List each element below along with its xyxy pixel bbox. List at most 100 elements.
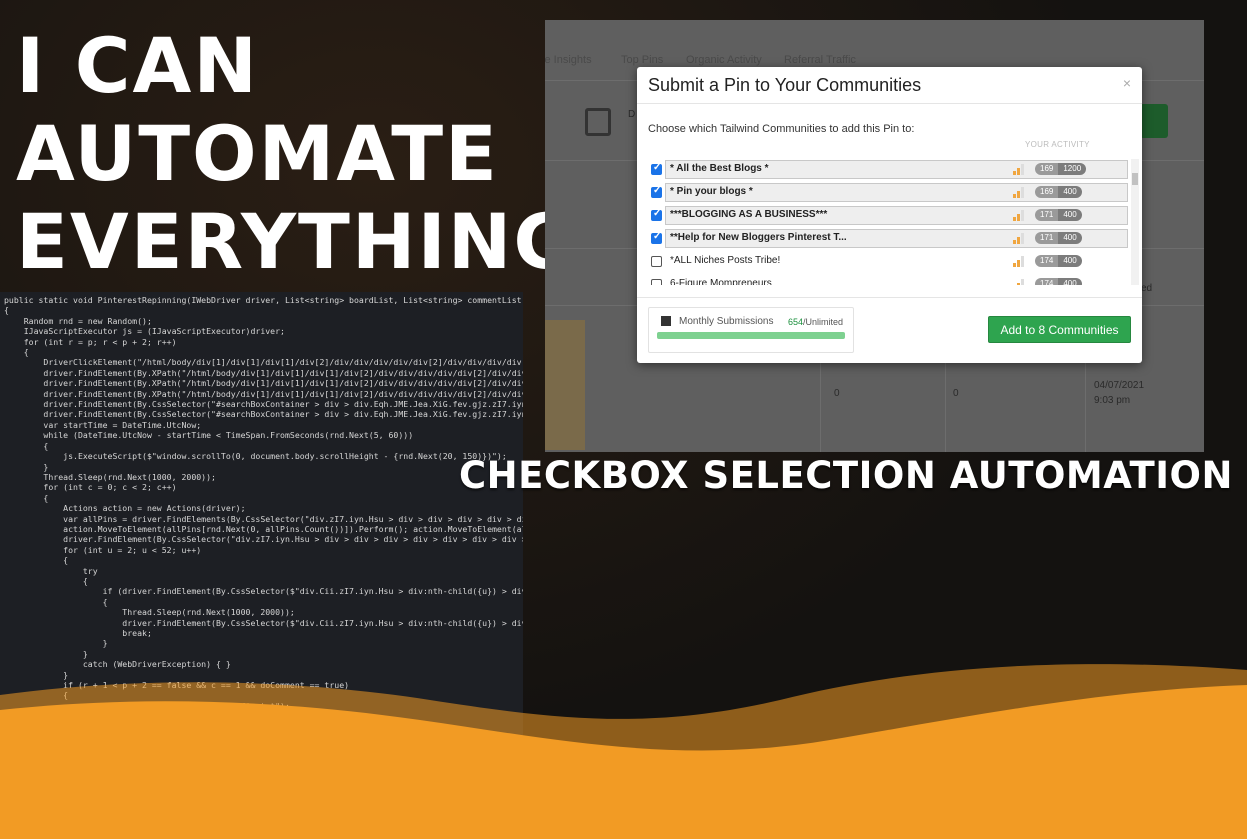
code-line: js.ExecuteScript($"window.scrollTo(0, do… bbox=[4, 451, 507, 462]
activity-count-a: 174 bbox=[1035, 278, 1059, 285]
code-line: driver.FindElement(By.CssSelector("#sear… bbox=[43, 409, 523, 420]
code-line: Actions action = new Actions(driver); bbox=[4, 503, 246, 514]
column-header-fragment: ed bbox=[1141, 283, 1153, 294]
activity-count-pill: 171 400 bbox=[1035, 232, 1082, 244]
community-row[interactable]: * Pin your blogs * 169400 bbox=[647, 182, 1140, 205]
community-checkbox[interactable] bbox=[651, 256, 662, 267]
table-cell-date: 04/07/2021 bbox=[1094, 380, 1145, 391]
table-cell-time: 9:03 pm bbox=[1094, 395, 1131, 406]
caption: CHECKBOX SELECTION AUTOMATION bbox=[459, 454, 1233, 497]
list-scrollbar[interactable] bbox=[1131, 159, 1139, 285]
community-checkbox[interactable] bbox=[651, 231, 662, 244]
community-checkbox[interactable] bbox=[651, 279, 662, 285]
orange-wave bbox=[0, 664, 1247, 839]
code-line: Thread.Sleep(rnd.Next(1000, 2000)); bbox=[4, 471, 216, 482]
tab-organic-activity[interactable]: Organic Activity bbox=[686, 54, 762, 66]
submissions-limit: /Unlimited bbox=[802, 317, 843, 327]
activity-bars-icon bbox=[1013, 233, 1025, 244]
community-name: **Help for New Bloggers Pinterest T... bbox=[670, 232, 847, 243]
submissions-count: 654/Unlimited bbox=[788, 317, 843, 327]
activity-count-a: 169 bbox=[1035, 186, 1059, 198]
community-checkbox[interactable] bbox=[651, 208, 662, 221]
code-line: driver.FindElement(By.XPath("/html/body/… bbox=[4, 388, 523, 399]
code-line: try bbox=[4, 565, 98, 576]
headline: I CAN AUTOMATE EVERYTHING bbox=[16, 22, 578, 286]
activity-count-b: 1200 bbox=[1058, 163, 1087, 175]
activity-bars-icon bbox=[1013, 279, 1025, 285]
community-checkbox[interactable] bbox=[651, 162, 662, 175]
tab-referral-traffic[interactable]: Referral Traffic bbox=[784, 54, 856, 66]
code-line: for (int c = 0; c < 2; c++) bbox=[4, 482, 177, 493]
divider bbox=[637, 103, 1142, 104]
code-line: { bbox=[4, 555, 69, 566]
monthly-submissions-box: Monthly Submissions 654/Unlimited bbox=[648, 307, 854, 353]
community-name: *ALL Niches Posts Tribe! bbox=[670, 255, 781, 266]
code-line: public static void PinterestRepinning(IW… bbox=[4, 295, 523, 305]
pin-thumbnail bbox=[545, 320, 585, 450]
community-row[interactable]: *ALL Niches Posts Tribe! 174 400 bbox=[647, 251, 1140, 274]
activity-column-label: YOUR ACTIVITY bbox=[1025, 140, 1090, 149]
community-name: 6-Figure Mompreneurs bbox=[670, 278, 772, 285]
code-line: { bbox=[4, 492, 49, 503]
headline-line-3: EVERYTHING bbox=[16, 197, 578, 286]
code-line: Random rnd = new Random(); bbox=[4, 315, 152, 326]
activity-count-pill: 169 1200 bbox=[1035, 163, 1087, 175]
community-row[interactable]: ***BLOGGING AS A BUSINESS*** 171400 bbox=[647, 205, 1140, 228]
code-line: IJavaScriptExecutor js = (IJavaScriptExe… bbox=[4, 326, 285, 337]
activity-count-b: 400 bbox=[1058, 186, 1082, 198]
community-row[interactable]: 6-Figure Mompreneurs 174 400 bbox=[647, 274, 1140, 285]
activity-bars-icon bbox=[1013, 187, 1025, 198]
code-line: action.MoveToElement(allPins[rnd.Next(0,… bbox=[63, 523, 523, 534]
activity-count-a: 174 bbox=[1035, 255, 1059, 267]
submissions-used: 654 bbox=[787, 317, 803, 327]
community-name: ***BLOGGING AS A BUSINESS*** bbox=[670, 209, 828, 220]
code-line: driver.FindElement(By.XPath("/html/body/… bbox=[4, 378, 523, 389]
tab-top-pins[interactable]: Top Pins bbox=[621, 54, 663, 66]
community-checkbox[interactable] bbox=[651, 185, 662, 198]
activity-count-pill: 169 400 bbox=[1035, 186, 1082, 198]
activity-count-b: 400 bbox=[1058, 232, 1082, 244]
activity-count-b: 400 bbox=[1058, 209, 1082, 221]
table-cell: 0 bbox=[953, 388, 959, 399]
truncated-label: D bbox=[628, 109, 636, 120]
modal-title: Submit a Pin to Your Communities bbox=[648, 75, 922, 95]
code-line: } bbox=[4, 461, 49, 472]
code-line: { bbox=[4, 440, 49, 451]
headline-line-1: I CAN bbox=[16, 21, 259, 110]
code-line: { bbox=[4, 305, 9, 316]
headline-line-2: AUTOMATE bbox=[16, 109, 499, 198]
submit-pin-modal: Submit a Pin to Your Communities × Choos… bbox=[637, 67, 1142, 363]
activity-count-a: 171 bbox=[1035, 232, 1059, 244]
table-cell: 0 bbox=[834, 388, 840, 399]
activity-count-pill: 174 400 bbox=[1035, 255, 1082, 267]
background-green-button[interactable] bbox=[1140, 104, 1168, 138]
code-line: if (driver.FindElement(By.CssSelector($"… bbox=[102, 586, 523, 597]
code-line: for (int u = 2; u < 52; u++) bbox=[4, 544, 202, 555]
community-name: * Pin your blogs * bbox=[670, 186, 753, 197]
activity-count-pill: 171 400 bbox=[1035, 209, 1082, 221]
modal-subtitle: Choose which Tailwind Communities to add… bbox=[648, 123, 915, 135]
community-row[interactable]: **Help for New Bloggers Pinterest T... 17… bbox=[647, 228, 1140, 251]
code-line: driver.FindElement(By.CssSelector("div.z… bbox=[4, 534, 523, 545]
activity-count-b: 400 bbox=[1058, 278, 1082, 285]
code-line: DriverClickElement("/html/body/div[1]/di… bbox=[43, 357, 523, 368]
submissions-progress-bar bbox=[657, 332, 845, 339]
activity-bars-icon bbox=[1013, 210, 1025, 221]
activity-bars-icon bbox=[1013, 164, 1025, 175]
code-line: var startTime = DateTime.UtcNow; bbox=[4, 419, 202, 430]
community-row[interactable]: * All the Best Blogs * 1691200 bbox=[647, 159, 1140, 182]
activity-count-pill: 174 400 bbox=[1035, 278, 1082, 285]
code-line: { bbox=[4, 347, 29, 358]
activity-count-a: 171 bbox=[1035, 209, 1059, 221]
activity-count-a: 169 bbox=[1035, 163, 1059, 175]
activity-count-b: 400 bbox=[1058, 255, 1082, 267]
code-line: var allPins = driver.FindElements(By.Css… bbox=[4, 513, 523, 524]
community-list: * All the Best Blogs *1691200* Pin your … bbox=[647, 159, 1140, 285]
close-icon[interactable]: × bbox=[1123, 75, 1131, 91]
code-line: for (int r = p; r < p + 2; r++) bbox=[4, 336, 177, 347]
add-to-communities-button[interactable]: Add to 8 Communities bbox=[988, 316, 1131, 343]
divider bbox=[637, 297, 1142, 298]
code-line: driver.FindElement(By.CssSelector("#sear… bbox=[43, 399, 523, 410]
tab-insights[interactable]: ite Insights bbox=[545, 54, 592, 66]
code-line: { bbox=[4, 575, 88, 586]
